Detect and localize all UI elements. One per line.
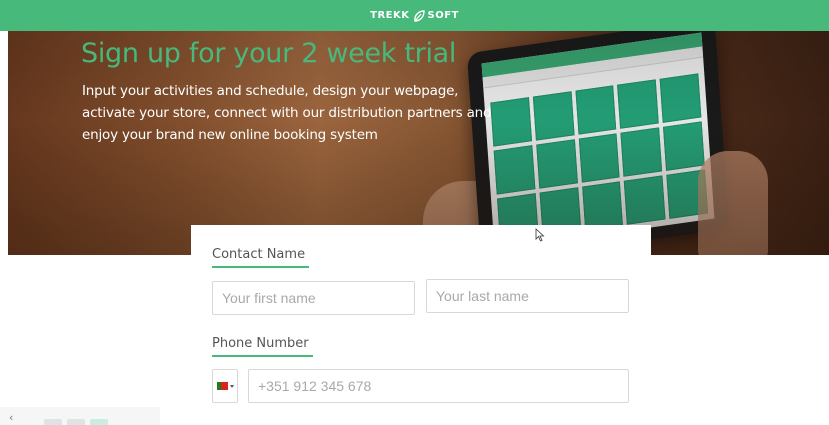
hero-description: Input your activities and schedule, desi… [82, 83, 492, 143]
hero-title: Sign up for your 2 week trial [81, 38, 457, 69]
trekksoft-logo[interactable]: TREKK SOFT [370, 9, 459, 23]
toolbar-tile-1[interactable] [44, 419, 62, 425]
phone-number-input[interactable] [248, 369, 629, 403]
portugal-flag-icon [216, 382, 228, 390]
toolbar-tile-3[interactable] [90, 419, 108, 425]
phone-number-label: Phone Number [212, 336, 313, 357]
country-code-select[interactable] [212, 369, 238, 403]
last-name-input[interactable] [426, 279, 629, 313]
leaf-icon [413, 9, 425, 22]
logo-text-left: TREKK [370, 10, 410, 21]
header-bar: TREKK SOFT [0, 0, 829, 31]
back-arrow-icon[interactable]: ‹ [9, 412, 13, 423]
first-name-input[interactable] [212, 281, 415, 315]
mouse-cursor-icon [535, 228, 545, 242]
caret-down-icon [229, 384, 234, 388]
contact-name-label: Contact Name [212, 247, 310, 268]
logo-text-right: SOFT [427, 10, 459, 21]
toolbar-tile-2[interactable] [67, 419, 85, 425]
